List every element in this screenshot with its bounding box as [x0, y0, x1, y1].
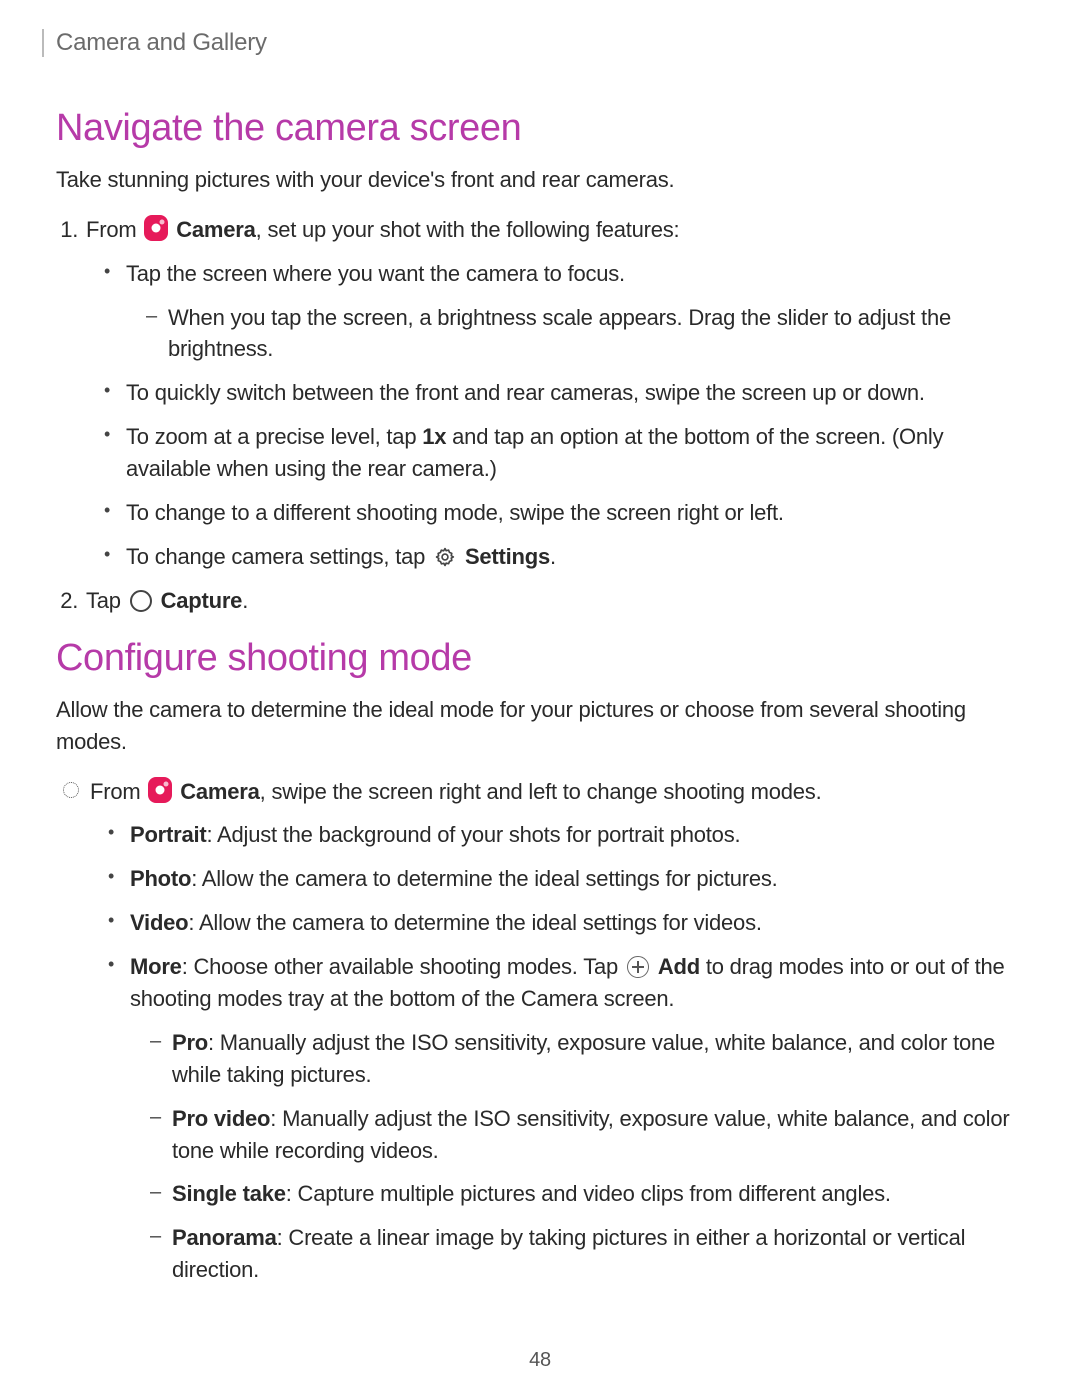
mode-single-label: Single take	[172, 1181, 286, 1206]
mode-panorama-desc: : Create a linear image by taking pictur…	[172, 1225, 965, 1282]
step1-b3: To zoom at a precise level, tap 1x and t…	[104, 421, 1024, 485]
section-title-configure: Configure shooting mode	[56, 631, 1024, 686]
step1: From Camera, set up your shot with the f…	[84, 214, 1024, 573]
step1-b1: Tap the screen where you want the camera…	[104, 258, 1024, 366]
section-title-navigate: Navigate the camera screen	[56, 101, 1024, 156]
gear-icon	[433, 545, 457, 569]
mode-more: More: Choose other available shooting mo…	[108, 951, 1024, 1286]
step2-pre: Tap	[86, 588, 127, 613]
breadcrumb-separator	[42, 29, 44, 57]
mode-panorama: Panorama: Create a linear image by takin…	[150, 1222, 1024, 1286]
step1-b1-d1: When you tap the screen, a brightness sc…	[146, 302, 1024, 366]
mode-panorama-label: Panorama	[172, 1225, 277, 1250]
mode-video-label: Video	[130, 910, 188, 935]
mode-provideo-desc: : Manually adjust the ISO sensitivity, e…	[172, 1106, 1009, 1163]
step1-b3-bold: 1x	[422, 424, 446, 449]
mode-more-label: More	[130, 954, 182, 979]
mode-photo: Photo: Allow the camera to determine the…	[108, 863, 1024, 895]
section2-lead: From Camera, swipe the screen right and …	[60, 776, 1024, 1287]
step1-post: , set up your shot with the following fe…	[256, 217, 680, 242]
step2-post: .	[242, 588, 248, 613]
section2-lead-post: , swipe the screen right and left to cha…	[260, 779, 822, 804]
mode-single-desc: : Capture multiple pictures and video cl…	[286, 1181, 891, 1206]
step1-b5: To change camera settings, tap Settings.	[104, 541, 1024, 573]
mode-portrait: Portrait: Adjust the background of your …	[108, 819, 1024, 851]
step1-b2: To quickly switch between the front and …	[104, 377, 1024, 409]
mode-pro: Pro: Manually adjust the ISO sensitivity…	[150, 1027, 1024, 1091]
step1-b1-text: Tap the screen where you want the camera…	[126, 261, 625, 286]
mode-single: Single take: Capture multiple pictures a…	[150, 1178, 1024, 1210]
step1-pre: From	[86, 217, 142, 242]
breadcrumb: Camera and Gallery	[42, 26, 1024, 61]
step1-b5-pre: To change camera settings, tap	[126, 544, 431, 569]
mode-pro-desc: : Manually adjust the ISO sensitivity, e…	[172, 1030, 995, 1087]
step1-camera-label: Camera	[176, 217, 255, 242]
mode-video-desc: : Allow the camera to determine the idea…	[188, 910, 761, 935]
section1-intro: Take stunning pictures with your device'…	[56, 164, 1024, 196]
section2-intro: Allow the camera to determine the ideal …	[56, 694, 1024, 758]
step1-b5-bold: Settings	[465, 544, 550, 569]
camera-icon	[148, 778, 172, 802]
section2-lead-pre: From	[90, 779, 146, 804]
step2-bold: Capture	[161, 588, 243, 613]
mode-more-add: Add	[658, 954, 700, 979]
section2-lead-camera: Camera	[180, 779, 259, 804]
mode-portrait-label: Portrait	[130, 822, 206, 847]
mode-photo-desc: : Allow the camera to determine the idea…	[191, 866, 777, 891]
page-number: 48	[56, 1346, 1024, 1375]
mode-photo-label: Photo	[130, 866, 191, 891]
mode-portrait-desc: : Adjust the background of your shots fo…	[206, 822, 740, 847]
step1-b4: To change to a different shooting mode, …	[104, 497, 1024, 529]
mode-more-desc-pre: : Choose other available shooting modes.…	[182, 954, 624, 979]
breadcrumb-label: Camera and Gallery	[54, 26, 267, 61]
step1-b5-post: .	[550, 544, 556, 569]
mode-provideo-label: Pro video	[172, 1106, 270, 1131]
camera-icon	[144, 216, 168, 240]
capture-ring-icon	[129, 589, 153, 613]
mode-video: Video: Allow the camera to determine the…	[108, 907, 1024, 939]
add-plus-icon	[626, 955, 650, 979]
mode-provideo: Pro video: Manually adjust the ISO sensi…	[150, 1103, 1024, 1167]
step2: Tap Capture.	[84, 585, 1024, 617]
mode-pro-label: Pro	[172, 1030, 208, 1055]
step1-b3-pre: To zoom at a precise level, tap	[126, 424, 422, 449]
